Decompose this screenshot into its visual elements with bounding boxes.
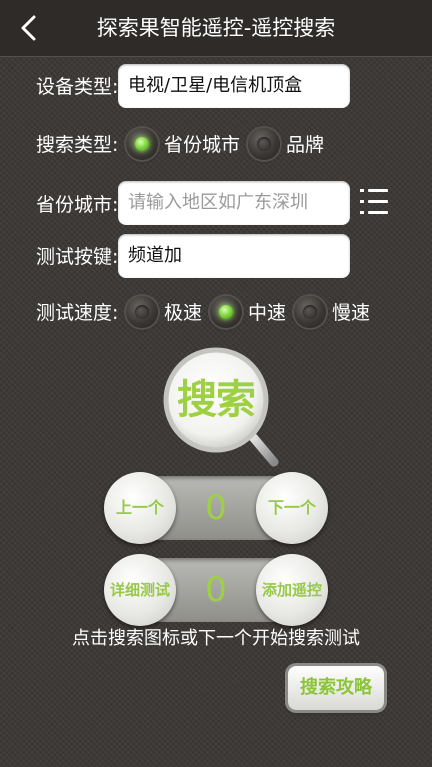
test-speed-label: 测试速度: bbox=[36, 302, 119, 324]
province-city-input[interactable] bbox=[118, 181, 350, 225]
hint-text: 点击搜索图标或下一个开始搜索测试 bbox=[72, 628, 360, 649]
search-type-label: 搜索类型: bbox=[36, 134, 119, 156]
detail-test-button[interactable]: 详细测试 bbox=[104, 554, 176, 626]
radio-speed-medium[interactable] bbox=[210, 296, 242, 328]
list-icon[interactable] bbox=[360, 186, 392, 218]
chevron-left-icon bbox=[21, 15, 36, 41]
radio-province-city-label: 省份城市 bbox=[164, 134, 241, 156]
next-button[interactable]: 下一个 bbox=[256, 472, 328, 544]
test-key-field[interactable]: 频道加 bbox=[118, 234, 350, 278]
page-title: 探索果智能遥控-遥控搜索 bbox=[96, 16, 336, 40]
search-strategy-button[interactable]: 搜索攻略 bbox=[288, 666, 384, 710]
add-remote-button[interactable]: 添加遥控 bbox=[256, 554, 328, 626]
province-city-label: 省份城市: bbox=[36, 194, 119, 216]
prev-button[interactable]: 上一个 bbox=[104, 472, 176, 544]
radio-speed-fast[interactable] bbox=[126, 296, 158, 328]
search-button[interactable]: 搜索 bbox=[160, 344, 284, 468]
device-type-label: 设备类型: bbox=[36, 76, 119, 98]
radio-speed-medium-label: 中速 bbox=[248, 302, 287, 324]
radio-brand[interactable] bbox=[248, 128, 280, 160]
radio-speed-slow[interactable] bbox=[294, 296, 326, 328]
test-key-label: 测试按键: bbox=[36, 246, 119, 268]
radio-speed-fast-label: 极速 bbox=[164, 302, 203, 324]
counter-top: 0 bbox=[205, 488, 227, 528]
radio-province-city[interactable] bbox=[126, 128, 158, 160]
search-button-label: 搜索 bbox=[177, 377, 256, 423]
device-type-field[interactable]: 电视/卫星/电信机顶盒 bbox=[118, 64, 350, 108]
back-button[interactable] bbox=[14, 12, 46, 44]
radio-brand-label: 品牌 bbox=[286, 134, 325, 156]
radio-speed-slow-label: 慢速 bbox=[332, 302, 371, 324]
counter-bottom: 0 bbox=[205, 570, 227, 610]
